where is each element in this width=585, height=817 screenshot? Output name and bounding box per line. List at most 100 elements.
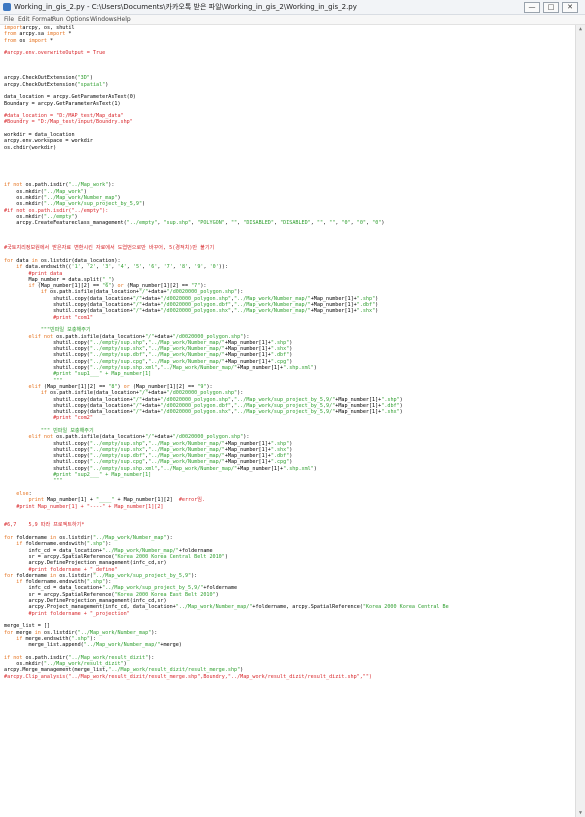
code-token: ) [123, 660, 127, 667]
code-token: "../empty/sup.shp.xml" [89, 365, 158, 372]
code-token: shutil.copy( [4, 465, 90, 472]
code-token: (Map_number[1][2] == [40, 383, 109, 390]
menu-file[interactable]: File [4, 16, 14, 23]
menu-help[interactable]: Help [117, 16, 131, 23]
code-token: "../Map_work/Number_map/" [148, 346, 225, 353]
code-token: "../Map_work/result_dizit/result_merge.s… [108, 667, 241, 674]
code-token: '1' [71, 264, 81, 271]
code-token: ) [375, 302, 379, 309]
code-token: "0" [356, 220, 366, 227]
code-token: arcpy.CheckOutExtension( [4, 81, 78, 88]
code-token: (Map_number[1][2] == [129, 383, 198, 390]
code-token: +Map_number[1]+ [224, 440, 271, 447]
code-token: ) [289, 346, 293, 353]
code-token: "../empty/sup.dbf" [89, 352, 146, 359]
code-token: os.mkdir( [4, 660, 44, 667]
code-token: +Map_number[1]+ [310, 295, 357, 302]
code-token: +data+ [142, 409, 161, 416]
code-token: "/" [138, 390, 149, 397]
code-token: arcpy.env.workspace = workdir [4, 138, 93, 145]
code-token: +foldername [178, 547, 213, 554]
menu-windows[interactable]: Windows [90, 16, 117, 23]
code-token: (Map_number[1][2] == [123, 283, 192, 290]
code-token: shutil.copy(data_location+ [4, 295, 133, 302]
code-token: '2' [86, 264, 97, 271]
code-token: "/d0020000_polygon.shp" [160, 295, 231, 302]
code-token: ".dbf" [356, 302, 376, 309]
code-token: ".shx" [356, 308, 376, 315]
code-token: "_" [102, 276, 112, 283]
minimize-button[interactable]: — [524, 2, 540, 13]
code-token: #if not os.path.isdir("../empty"): [4, 207, 109, 214]
code-token: os.mkdir( [4, 201, 44, 208]
vertical-scrollbar[interactable]: ▲ ▼ [575, 25, 585, 817]
code-token: * [65, 31, 72, 38]
code-token: +data+ [148, 390, 167, 397]
code-token: +Map_number[1]+ [224, 358, 271, 365]
code-token: os [16, 37, 29, 44]
code-token: ) [111, 276, 115, 283]
code-token: ".dbf" [381, 402, 400, 409]
code-token: os.listdir(data_location): [37, 257, 121, 264]
code-token: + Map_number[1][2] [114, 497, 179, 504]
menu-format[interactable]: Format [32, 16, 53, 23]
code-token: "../empty" [43, 213, 75, 220]
code-token: """ 빈파일 보충해주기 [40, 428, 94, 434]
scroll-down-arrow-icon[interactable]: ▼ [577, 810, 584, 816]
code-token: ".cpg" [270, 459, 290, 466]
code-token: +foldername, arcpy.SpatialReference( [252, 604, 363, 611]
close-button[interactable]: ✕ [562, 2, 578, 13]
scroll-up-arrow-icon[interactable]: ▲ [577, 26, 584, 32]
code-token: ) [89, 75, 93, 82]
code-token: arcpy.Merge_management(merge_list, [4, 667, 109, 674]
code-token: "DISABLED" [243, 220, 274, 227]
menu-options[interactable]: Options [66, 16, 89, 23]
code-token: "../Map_work/Number_map/" [148, 453, 225, 460]
code-token: import [28, 37, 47, 44]
code-token: ) [83, 188, 87, 195]
code-token: sr = arcpy.SpatialReference( [4, 553, 115, 560]
code-token: "../Map_work/Number_map/" [148, 358, 225, 365]
code-token: ) [74, 213, 78, 220]
code-token: #print "com2" [53, 415, 93, 422]
code-token: ): [237, 390, 244, 397]
code-token: "../Map_work/Number_map/" [148, 446, 225, 453]
code-token: "Korea 2000 Korea East Belt 2010" [114, 591, 216, 598]
code-token: ) [117, 195, 121, 202]
menu-edit[interactable]: Edit [18, 16, 30, 23]
code-token: shutil.copy( [4, 446, 90, 453]
code-token: ) [224, 553, 228, 560]
code-token: "POLYGON" [197, 220, 225, 227]
code-token: +data+ [154, 333, 173, 340]
code-token: for [4, 535, 14, 542]
code-editor[interactable]: importarcpy, os, shutil from arcpy.sa imp… [0, 25, 575, 817]
maximize-button[interactable]: □ [543, 2, 559, 13]
code-token: import [4, 25, 23, 31]
code-token: ".shp" [86, 579, 106, 586]
code-token: "/d0020000_polygon.shp" [172, 434, 244, 441]
code-token: "../empty/sup.cpg" [89, 459, 146, 466]
code-token: +Map_number[1]+ [224, 339, 271, 346]
code-token: if not [4, 654, 23, 661]
code-token: "../Map_work/Number_map" [77, 629, 152, 636]
code-token: '5' [132, 264, 143, 271]
menu-run[interactable]: Run [52, 16, 64, 23]
code-token: ) [399, 409, 403, 416]
code-token: os.path.isfile(data_location+ [53, 434, 146, 441]
code-token: elif not [28, 333, 54, 340]
code-token: os.listdir( [40, 629, 78, 636]
code-token: '3' [102, 264, 112, 271]
code-token: data_location = arcpy.GetParameterAsText… [4, 94, 136, 101]
code-token: ".shp" [86, 541, 106, 548]
code-token: "/" [145, 333, 155, 340]
code-token: shutil.copy( [4, 346, 90, 353]
code-token: ) [313, 365, 317, 372]
code-token: os.listdir( [56, 572, 93, 579]
